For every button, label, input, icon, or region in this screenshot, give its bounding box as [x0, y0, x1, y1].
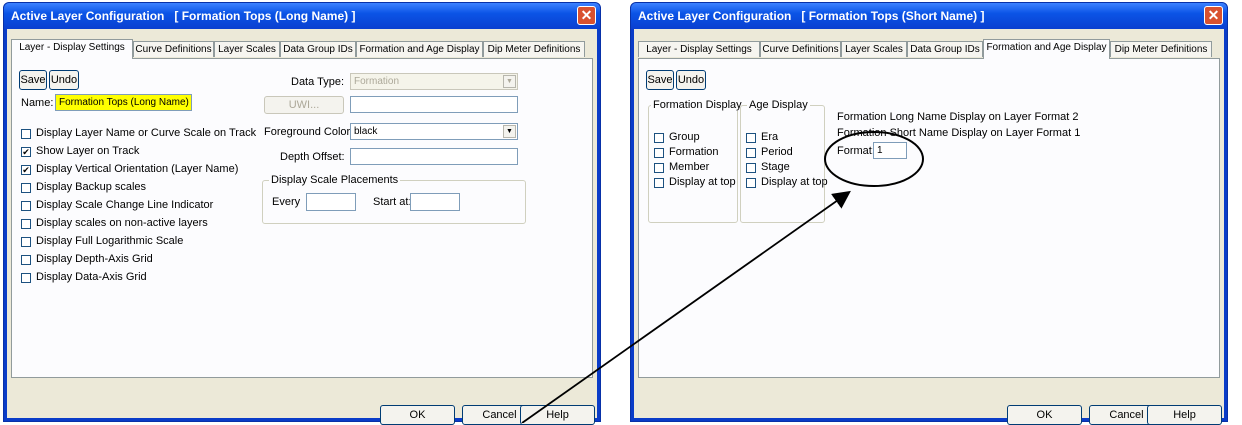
- option-checkbox[interactable]: [21, 129, 31, 139]
- tab-layer-display-settings[interactable]: Layer - Display Settings: [11, 39, 133, 59]
- tab-layer-scales[interactable]: Layer Scales: [841, 41, 907, 57]
- tab-panel: Save Undo Name: Formation Tops (Long Nam…: [11, 58, 593, 378]
- dropdown-arrow-icon[interactable]: ▼: [503, 125, 516, 138]
- tab-panel: Save Undo Formation Display Group Formati…: [638, 58, 1220, 378]
- age-checkbox-label[interactable]: Era: [761, 131, 778, 143]
- dialog-client: Layer - Display Settings Curve Definitio…: [7, 29, 597, 425]
- formation-checkbox[interactable]: [654, 133, 664, 143]
- tab-curve-definitions[interactable]: Curve Definitions: [133, 41, 214, 57]
- age-checkbox[interactable]: [746, 148, 756, 158]
- foreground-color-label: Foreground Color:: [264, 126, 354, 138]
- option-checkbox[interactable]: [21, 201, 31, 211]
- save-button[interactable]: Save: [646, 70, 674, 90]
- option-checkbox-label[interactable]: Show Layer on Track: [36, 145, 139, 157]
- tab-dip-meter-definitions[interactable]: Dip Meter Definitions: [1110, 41, 1212, 57]
- age-display-group: Age Display Era Period Stage Display at top: [740, 99, 828, 223]
- formation-checkbox[interactable]: [654, 178, 664, 188]
- tab-dip-meter-definitions[interactable]: Dip Meter Definitions: [483, 41, 585, 57]
- close-button[interactable]: ✕: [1204, 6, 1223, 25]
- close-button[interactable]: ✕: [577, 6, 596, 25]
- age-checkbox-label[interactable]: Stage: [761, 161, 790, 173]
- tab-layer-display-settings[interactable]: Layer - Display Settings: [638, 41, 760, 57]
- option-checkbox-label[interactable]: Display Scale Change Line Indicator: [36, 199, 213, 211]
- group-title: Formation Display: [651, 99, 744, 111]
- tab-curve-definitions[interactable]: Curve Definitions: [760, 41, 841, 57]
- age-checkbox-label[interactable]: Display at top: [761, 176, 828, 188]
- tab-layer-scales[interactable]: Layer Scales: [214, 41, 280, 57]
- format-label: Format:: [837, 145, 875, 157]
- undo-button[interactable]: Undo: [676, 70, 706, 90]
- help-button[interactable]: Help: [520, 405, 595, 425]
- titlebar[interactable]: Active Layer Configuration [ Formation T…: [631, 3, 1227, 29]
- age-checkbox-label[interactable]: Period: [761, 146, 793, 158]
- depth-offset-label: Depth Offset:: [280, 151, 345, 163]
- data-type-label: Data Type:: [291, 76, 344, 88]
- display-scale-placements-group: Display Scale Placements Every Start at:: [262, 174, 526, 224]
- tab-data-group-ids[interactable]: Data Group IDs: [907, 41, 983, 57]
- tab-data-group-ids[interactable]: Data Group IDs: [280, 41, 356, 57]
- uwi-button: UWI...: [264, 96, 344, 114]
- option-checkbox-label[interactable]: Display Data-Axis Grid: [36, 271, 147, 283]
- option-checkbox[interactable]: ✔: [21, 147, 31, 157]
- titlebar[interactable]: Active Layer Configuration [ Formation T…: [4, 3, 600, 29]
- help-button[interactable]: Help: [1147, 405, 1222, 425]
- name-field[interactable]: Formation Tops (Long Name): [55, 94, 192, 111]
- long-name-info: Formation Long Name Display on Layer For…: [837, 111, 1079, 123]
- formation-checkbox[interactable]: [654, 148, 664, 158]
- close-icon: ✕: [1207, 7, 1220, 23]
- group-title: Age Display: [747, 99, 810, 111]
- formation-checkbox-label[interactable]: Display at top: [669, 176, 736, 188]
- every-label: Every: [272, 196, 301, 208]
- every-field[interactable]: [306, 193, 356, 211]
- formation-checkbox-label[interactable]: Group: [669, 131, 700, 143]
- data-type-select: Formation ▼: [350, 73, 518, 90]
- foreground-color-select[interactable]: black ▼: [350, 123, 518, 140]
- depth-offset-field[interactable]: [350, 148, 518, 165]
- short-name-info: Formation Short Name Display on Layer Fo…: [837, 127, 1081, 139]
- tab-formation-age-display[interactable]: Formation and Age Display: [983, 39, 1110, 59]
- option-checkbox-label[interactable]: Display Full Logarithmic Scale: [36, 235, 183, 247]
- age-checkbox[interactable]: [746, 133, 756, 143]
- option-checkbox-label[interactable]: Display scales on non-active layers: [36, 217, 208, 229]
- format-field[interactable]: 1: [873, 142, 907, 159]
- option-checkbox[interactable]: [21, 237, 31, 247]
- formation-checkbox-label[interactable]: Member: [669, 161, 709, 173]
- group-title: Display Scale Placements: [269, 174, 401, 186]
- uwi-field[interactable]: [350, 96, 518, 113]
- option-checkbox-label[interactable]: Display Backup scales: [36, 181, 146, 193]
- option-checkbox-label[interactable]: Display Depth-Axis Grid: [36, 253, 153, 265]
- option-checkbox-label[interactable]: Display Layer Name or Curve Scale on Tra…: [36, 127, 256, 139]
- start-at-field[interactable]: [410, 193, 460, 211]
- undo-button[interactable]: Undo: [49, 70, 79, 90]
- formation-checkbox-label[interactable]: Formation: [669, 146, 719, 158]
- tab-strip: Layer - Display Settings Curve Definitio…: [11, 39, 593, 59]
- age-checkbox[interactable]: [746, 163, 756, 173]
- option-checkbox-label[interactable]: Display Vertical Orientation (Layer Name…: [36, 163, 238, 175]
- start-at-label: Start at:: [373, 196, 412, 208]
- save-button[interactable]: Save: [19, 70, 47, 90]
- tab-formation-age-display[interactable]: Formation and Age Display: [356, 41, 483, 57]
- dialog-layer-config-long: Active Layer Configuration [ Formation T…: [3, 2, 601, 425]
- window-title: Active Layer Configuration [ Formation T…: [638, 9, 985, 23]
- dropdown-arrow-icon: ▼: [503, 75, 516, 88]
- option-checkbox[interactable]: [21, 183, 31, 193]
- dialog-layer-config-short: Active Layer Configuration [ Formation T…: [630, 2, 1228, 425]
- formation-display-group: Formation Display Group Formation Member Di…: [648, 99, 744, 223]
- ok-button[interactable]: OK: [1007, 405, 1082, 425]
- dialog-client: Layer - Display Settings Curve Definitio…: [634, 29, 1224, 425]
- option-checkbox[interactable]: [21, 273, 31, 283]
- close-icon: ✕: [580, 7, 593, 23]
- formation-checkbox[interactable]: [654, 163, 664, 173]
- ok-button[interactable]: OK: [380, 405, 455, 425]
- option-checkbox[interactable]: [21, 219, 31, 229]
- option-checkbox[interactable]: ✔: [21, 165, 31, 175]
- tab-strip: Layer - Display Settings Curve Definitio…: [638, 39, 1220, 59]
- window-title: Active Layer Configuration [ Formation T…: [11, 9, 356, 23]
- option-checkbox[interactable]: [21, 255, 31, 265]
- age-checkbox[interactable]: [746, 178, 756, 188]
- name-label: Name:: [21, 97, 54, 109]
